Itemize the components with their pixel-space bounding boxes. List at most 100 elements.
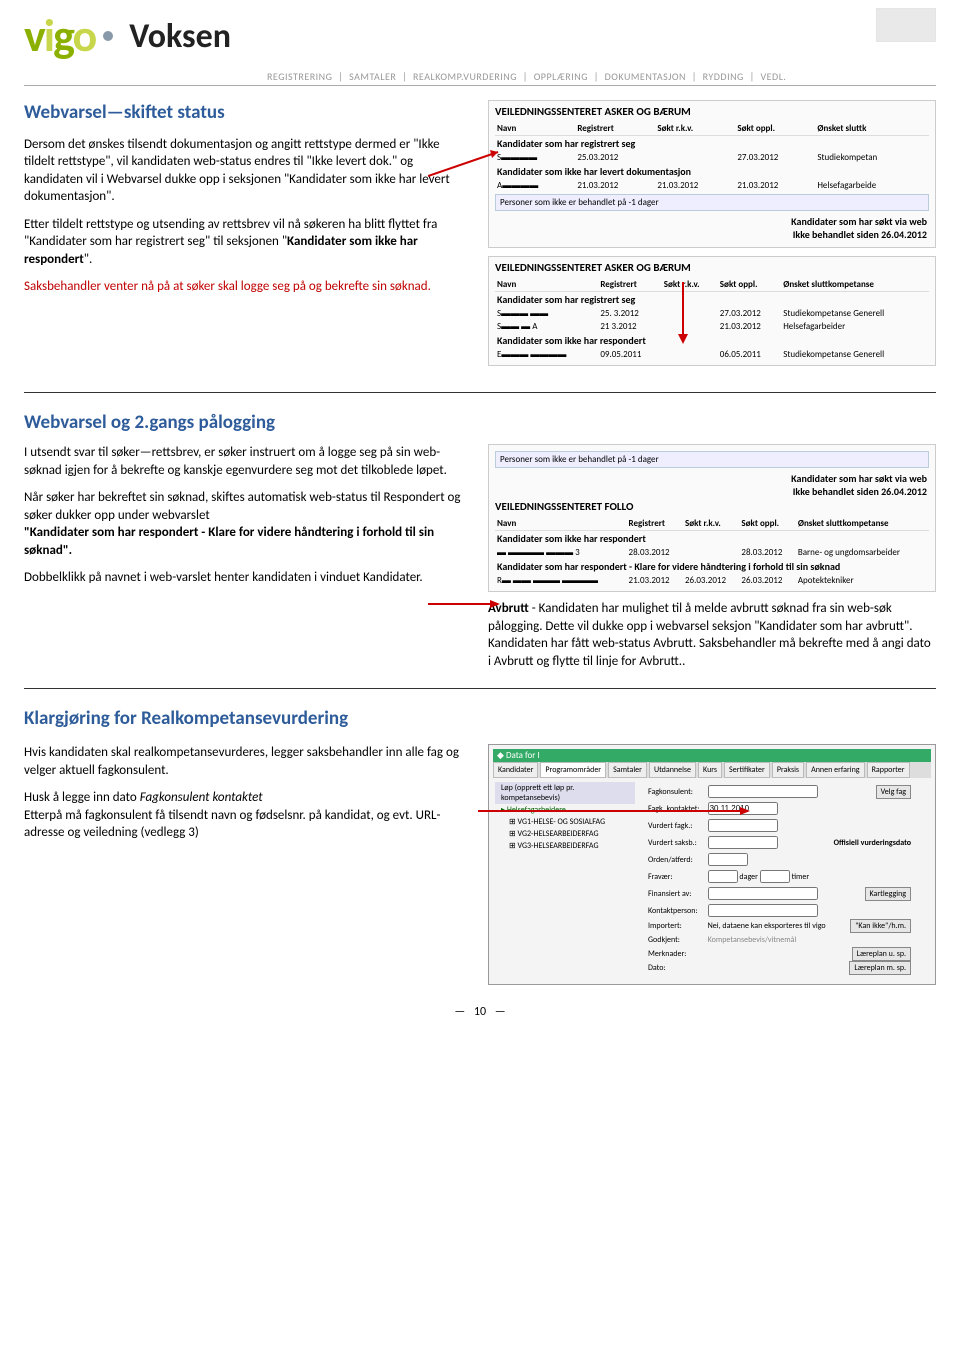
section2-title: Webvarsel og 2.gangs pålogging	[24, 411, 936, 434]
tree-root: Løp (opprett ett løp pr. kompetansebevis…	[495, 782, 635, 804]
table-row: S▬▬▬▬ 25.03.2012 27.03.2012 Studiekompet…	[495, 151, 929, 164]
section3-title: Klargjøring for Realkompetansevurdering	[24, 707, 936, 730]
cell: Studiekompetanse Generell	[781, 348, 929, 361]
tree-item[interactable]: ▸ Helsefagarbeidere	[495, 804, 635, 816]
cell: 27.03.2012	[735, 151, 815, 164]
cell: 21.03.2012	[575, 179, 655, 192]
section-divider-1	[24, 392, 936, 393]
app-screenshot-2: VEILEDNINGSSENTERET ASKER OG BÆRUM Navn …	[488, 256, 936, 366]
tab-praksis[interactable]: Praksis	[772, 762, 804, 778]
app1-col-reg: Registrert	[575, 122, 655, 136]
logo-vigo: vigo	[24, 8, 95, 64]
cell: E▬▬▬ ▬▬▬▬	[495, 348, 598, 361]
cell: 28.03.2012	[739, 546, 795, 559]
btn-laereplan-u[interactable]: Læreplan u. sp.	[852, 947, 911, 961]
input-dager[interactable]	[708, 870, 738, 883]
table-row: A▬▬▬▬ 21.03.2012 21.03.2012 21.03.2012 H…	[495, 179, 929, 192]
input-fagk-kontaktet[interactable]	[708, 802, 778, 815]
cell: Studiekompetanse Generell	[781, 307, 929, 320]
tab-annen[interactable]: Annen erfaring	[806, 762, 865, 778]
section-divider-2	[24, 688, 936, 689]
avbrutt-text: - Kandidaten har mulighet til å melde av…	[488, 601, 931, 669]
app3-col-oppl: Søkt oppl.	[739, 517, 795, 531]
section2-avbrutt: Avbrutt - Kandidaten har mulighet til å …	[488, 600, 936, 670]
cell: 25.03.2012	[575, 151, 655, 164]
cell: 26.03.2012	[683, 574, 739, 587]
tab-samtaler[interactable]: Samtaler	[608, 762, 647, 778]
cell: R▬ ▬▬ ▬▬▬ ▬▬▬▬	[495, 574, 627, 587]
label-kompbev: Kompetansebevis/vitnemål	[705, 934, 914, 946]
table-row: S▬▬ ▬ A21 3.201221.03.2012Helsefagarbeid…	[495, 320, 929, 333]
cell: 21 3.2012	[598, 320, 661, 333]
app2-hdr-registrert: Kandidater som har registrert seg	[495, 292, 929, 308]
cell: ▬ ▬▬▬▬ ▬▬▬ 3	[495, 546, 627, 559]
cell: 21.03.2012	[627, 574, 683, 587]
tab-utdannelse[interactable]: Utdannelse	[649, 762, 696, 778]
app2-col-oppl: Søkt oppl.	[718, 278, 781, 292]
tree-item[interactable]: ⊞ VG2-HELSEARBEIDERFAG	[495, 828, 635, 840]
input-vurdert-fagk[interactable]	[708, 819, 778, 832]
tab-kandidater[interactable]: Kandidater	[493, 762, 538, 778]
section3-p2c: Etterpå må fagkonsulent få tilsendt navn…	[24, 808, 440, 841]
tab-kurs[interactable]: Kurs	[698, 762, 722, 778]
crumb-realkomp: REALKOMP.VURDERING	[410, 70, 520, 83]
input-timer[interactable]	[760, 870, 790, 883]
cell	[662, 307, 718, 320]
input-vurdert-saksb[interactable]	[708, 836, 778, 849]
section3-p2a: Husk å legge inn dato	[24, 790, 140, 805]
label-dager: dager	[739, 872, 758, 882]
app2-col-slutt: Ønsket sluttkompetanse	[781, 278, 929, 292]
section1-p3: Saksbehandler venter nå på at søker skal…	[24, 278, 472, 296]
cell: 26.03.2012	[739, 574, 795, 587]
form-title: Data for I	[506, 750, 540, 761]
label-fravaer: Fravær:	[645, 869, 703, 884]
table-row: S▬▬▬ ▬▬25. 3.201227.03.2012Studiekompeta…	[495, 307, 929, 320]
crumb-vedl: VEDL.	[758, 70, 790, 83]
app3-col-reg: Registrert	[627, 517, 683, 531]
crumb-opplaering: OPPLÆRING	[531, 70, 591, 83]
page-number: — 10 —	[24, 1005, 936, 1019]
app1-note1: Kandidater som har søkt via web	[497, 215, 927, 228]
cell: Barne- og ungdomsarbeider	[796, 546, 929, 559]
section3-p1: Hvis kandidaten skal realkompetansevurde…	[24, 744, 472, 779]
program-tree[interactable]: Løp (opprett ett løp pr. kompetansebevis…	[495, 782, 635, 976]
app2-hdr-ikke-respondert: Kandidater som ikke har respondert	[495, 333, 929, 348]
header-thumb	[876, 8, 936, 42]
table-row: ▬ ▬▬▬▬ ▬▬▬ 328.03.201228.03.2012Barne- o…	[495, 546, 929, 559]
table-row: E▬▬▬ ▬▬▬▬09.05.201106.05.2011Studiekompe…	[495, 348, 929, 361]
btn-kan-ikke[interactable]: "Kan ikke"/h.m.	[850, 919, 911, 933]
app3-note1: Kandidater som har søkt via web	[497, 472, 927, 485]
input-finansiert[interactable]	[708, 887, 818, 900]
tab-program[interactable]: Programområder	[540, 762, 606, 778]
input-orden[interactable]	[708, 853, 748, 866]
app1-banner: Personer som ikke er behandlet på -1 dag…	[495, 194, 929, 211]
app3-col-navn: Navn	[495, 517, 627, 531]
form-fields: Fagkonsulent:Velg fag Fagk. kontaktet: V…	[643, 782, 929, 976]
form-window: ◆ Data for I Kandidater Programområder S…	[488, 744, 936, 985]
btn-laereplan-m[interactable]: Læreplan m. sp.	[849, 961, 911, 975]
table-row: R▬ ▬▬ ▬▬▬ ▬▬▬▬21.03.201226.03.201226.03.…	[495, 574, 929, 587]
app-screenshot-1: VEILEDNINGSSENTERET ASKER OG BÆRUM Navn …	[488, 100, 936, 248]
app3-col-slutt: Ønsket sluttkompetanse	[796, 517, 929, 531]
btn-velg-fag[interactable]: Velg fag	[876, 785, 911, 799]
input-kontakt[interactable]	[708, 904, 818, 917]
tab-sertifikater[interactable]: Sertifikater	[724, 762, 770, 778]
btn-kartlegging[interactable]: Kartlegging	[865, 887, 912, 901]
tree-item[interactable]: ⊞ VG3-HELSEARBEIDERFAG	[495, 840, 635, 852]
section1-title: Webvarsel—skiftet status	[24, 100, 472, 126]
cell: Helsefagarbeide	[815, 179, 929, 192]
app1-title: VEILEDNINGSSENTERET ASKER OG BÆRUM	[495, 105, 929, 118]
tab-rapporter[interactable]: Rapporter	[867, 762, 910, 778]
section3-p2: Husk å legge inn dato Fagkonsulent konta…	[24, 789, 472, 842]
section2-p2b: "Kandidater som har respondert - Klare f…	[24, 525, 434, 558]
app1-hdr-registrert: Kandidater som har registrert seg	[495, 136, 929, 152]
crumb-samtaler: SAMTALER	[346, 70, 399, 83]
section2-p3: Dobbelklikk på navnet i web-varslet hent…	[24, 569, 472, 587]
cell	[662, 348, 718, 361]
label-merknader: Merknader:	[645, 948, 703, 960]
cell: 09.05.2011	[598, 348, 661, 361]
value-importert: Nei, dataene kan eksporteres til vigo	[705, 920, 829, 932]
tree-item[interactable]: ⊞ VG1-HELSE- OG SOSIALFAG	[495, 816, 635, 828]
cell: 21.03.2012	[735, 179, 815, 192]
input-fagkonsulent[interactable]	[708, 785, 818, 798]
